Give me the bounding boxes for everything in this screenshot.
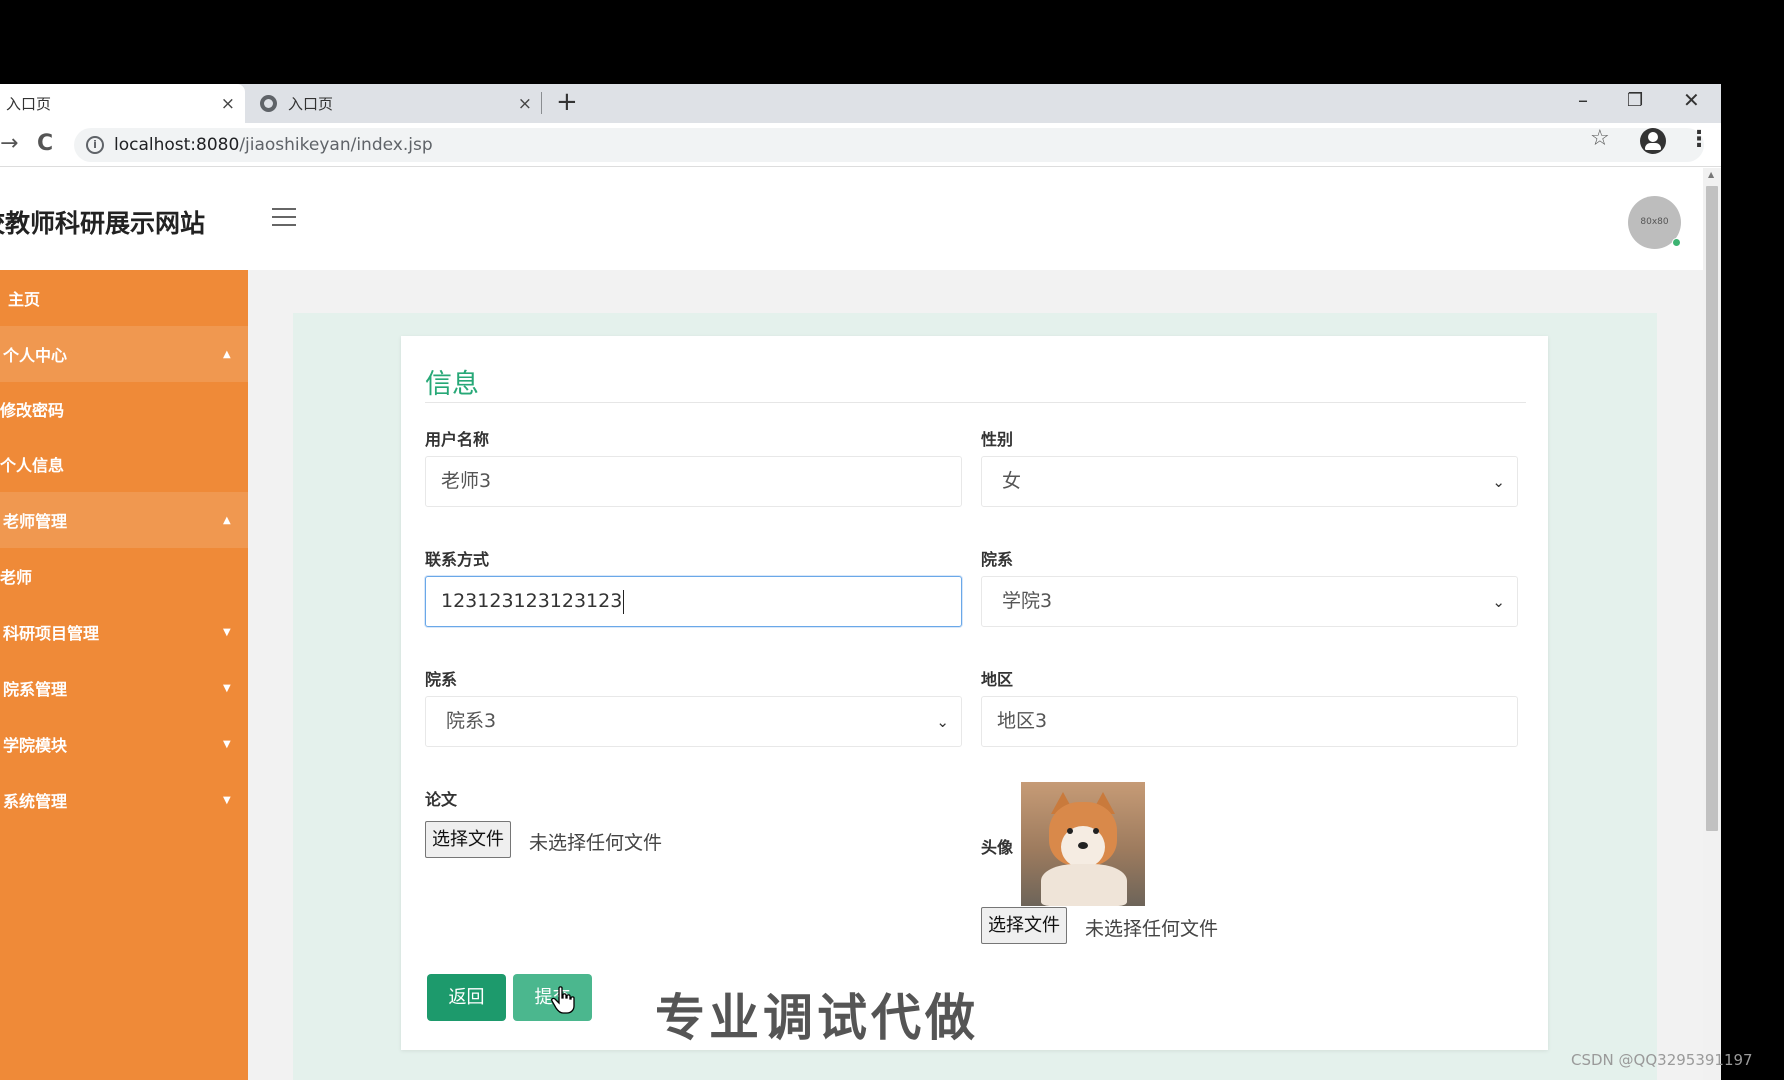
text-cursor	[623, 589, 625, 614]
sidebar-item-change-password[interactable]: 修改密码	[0, 381, 248, 437]
sidebar-item-label: 老师	[0, 568, 33, 587]
new-tab-icon[interactable]: +	[556, 87, 578, 117]
sidebar-item-label: 学院模块	[3, 736, 68, 755]
region-input[interactable]: 地区3	[981, 696, 1518, 747]
paper-file-status: 未选择任何文件	[529, 832, 663, 854]
info-icon[interactable]: i	[86, 136, 104, 154]
sidebar-item-label: 个人信息	[0, 456, 65, 475]
browser-toolbar: → C i localhost:8080/jiaoshikeyan/index.…	[0, 123, 1721, 167]
url-host: localhost:8080	[114, 135, 240, 155]
chevron-down-icon: ⌄	[936, 713, 949, 731]
caret-down-icon: ▼	[223, 738, 231, 750]
tab-inactive[interactable]: 入口页 ×	[252, 84, 542, 123]
scroll-up-arrow-icon[interactable]: ▲	[1708, 170, 1714, 179]
sidebar-item-home[interactable]: 主页	[0, 270, 248, 326]
caret-up-icon: ▲	[223, 348, 231, 360]
forward-icon[interactable]: →	[0, 131, 18, 156]
url-path: /jiaoshikeyan/index.jsp	[239, 135, 433, 155]
sidebar-item-college-module[interactable]: 学院模块 ▼	[0, 716, 248, 772]
college-select[interactable]: 学院3 ⌄	[981, 576, 1518, 627]
sidebar-item-personal-center[interactable]: 个人中心 ▲	[0, 326, 248, 382]
gender-select-value: 女	[1002, 470, 1022, 492]
url-text: localhost:8080/jiaoshikeyan/index.jsp	[114, 135, 433, 155]
page-viewport: 校教师科研展示网站 80x80 主页 个人中心 ▲ 修改密码 个人信息 老师管理…	[0, 168, 1721, 1080]
restore-icon[interactable]: ❐	[1627, 90, 1643, 111]
avatar-file-button[interactable]: 选择文件	[981, 907, 1067, 944]
sidebar-item-department-management[interactable]: 院系管理 ▼	[0, 660, 248, 716]
sidebar-item-label: 个人中心	[3, 346, 68, 365]
sidebar-item-label: 修改密码	[0, 401, 65, 420]
reload-icon[interactable]: C	[37, 131, 53, 156]
tab-close-icon[interactable]: ×	[221, 94, 235, 114]
region-label: 地区	[981, 670, 1014, 689]
tab-title: 入口页	[6, 95, 52, 113]
minimize-icon[interactable]: –	[1578, 88, 1588, 112]
address-bar[interactable]: i localhost:8080/jiaoshikeyan/index.jsp	[74, 128, 1704, 162]
bookmark-star-icon[interactable]: ☆	[1590, 126, 1610, 151]
sidebar-item-teacher[interactable]: 老师	[0, 548, 248, 604]
caret-down-icon: ▼	[223, 626, 231, 638]
college-select-value: 学院3	[1002, 590, 1053, 612]
department-select-value: 院系3	[446, 710, 497, 732]
caret-down-icon: ▼	[223, 794, 231, 806]
account-icon[interactable]	[1640, 128, 1666, 154]
college-label: 院系	[981, 550, 1014, 569]
scrollbar-thumb[interactable]	[1706, 186, 1718, 831]
gender-label: 性别	[981, 430, 1014, 449]
avatar-file-status: 未选择任何文件	[1085, 918, 1219, 940]
tab-title: 入口页	[288, 95, 334, 113]
tab-active[interactable]: 入口页 ×	[0, 84, 245, 123]
contact-input-value: 123123123123123	[441, 590, 623, 612]
chevron-down-icon: ⌄	[1492, 593, 1505, 611]
caret-down-icon: ▼	[223, 682, 231, 694]
page-scrollbar[interactable]: ▲	[1703, 168, 1721, 1080]
sidebar-item-label: 系统管理	[3, 792, 68, 811]
site-header: 校教师科研展示网站 80x80	[0, 168, 1703, 270]
contact-input[interactable]: 123123123123123	[425, 576, 962, 627]
sidebar-item-label: 科研项目管理	[3, 624, 100, 643]
sidebar-item-label: 老师管理	[3, 512, 68, 531]
gender-select[interactable]: 女 ⌄	[981, 456, 1518, 507]
globe-icon	[260, 95, 277, 112]
info-form-card: 信息 用户名称 老师3 性别 女 ⌄ 联系方式 123123123123123 …	[401, 336, 1548, 1050]
hamburger-menu-icon[interactable]	[272, 208, 296, 228]
tab-separator	[541, 92, 542, 114]
username-input[interactable]: 老师3	[425, 456, 962, 507]
chevron-down-icon: ⌄	[1492, 473, 1505, 491]
tab-close-icon[interactable]: ×	[518, 94, 532, 114]
contact-label: 联系方式	[425, 550, 490, 569]
username-label: 用户名称	[425, 430, 490, 449]
sidebar-item-teacher-management[interactable]: 老师管理 ▲	[0, 492, 248, 548]
watermark: CSDN @QQ3295391197	[1571, 1051, 1753, 1069]
bottom-banner-text: 专业调试代做	[655, 989, 979, 1047]
online-status-dot	[1672, 238, 1681, 247]
close-window-icon[interactable]: ✕	[1683, 88, 1700, 112]
sidebar-item-system-management[interactable]: 系统管理 ▼	[0, 772, 248, 828]
screen: 入口页 × 入口页 × + – ❐ ✕ → C i localhost:8080…	[0, 0, 1784, 1080]
tab-strip: 入口页 × 入口页 × + – ❐ ✕	[0, 84, 1721, 123]
site-title: 校教师科研展示网站	[0, 209, 206, 238]
caret-up-icon: ▲	[223, 514, 231, 526]
paper-label: 论文	[425, 790, 458, 809]
divider	[425, 402, 1526, 403]
department-label: 院系	[425, 670, 458, 689]
sidebar-item-personal-info[interactable]: 个人信息	[0, 436, 248, 492]
sidebar-item-label: 院系管理	[3, 680, 68, 699]
back-button[interactable]: 返回	[427, 974, 506, 1021]
avatar-preview-image	[1021, 782, 1145, 906]
sidebar-item-label: 主页	[8, 290, 41, 309]
menu-icon[interactable]: ⋮	[1688, 127, 1710, 152]
hand-pointer-icon	[551, 986, 575, 1014]
paper-file-button[interactable]: 选择文件	[425, 821, 511, 858]
sidebar-item-research-projects[interactable]: 科研项目管理 ▼	[0, 604, 248, 660]
sidebar: 主页 个人中心 ▲ 修改密码 个人信息 老师管理 ▲ 老师 科研项目管理 ▼ 院…	[0, 270, 248, 1080]
form-title: 信息	[425, 369, 479, 400]
avatar-label: 头像	[981, 838, 1014, 857]
department-select[interactable]: 院系3 ⌄	[425, 696, 962, 747]
